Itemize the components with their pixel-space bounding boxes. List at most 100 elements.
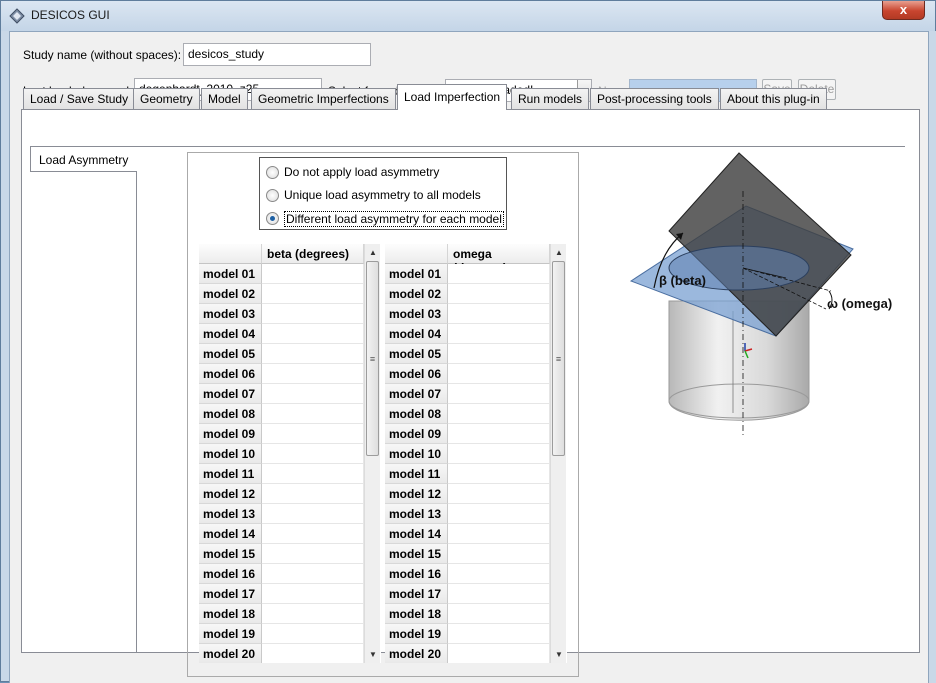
row-header[interactable]: model 16 xyxy=(199,564,262,584)
beta-value-cell[interactable] xyxy=(262,504,364,524)
omega-value-cell[interactable] xyxy=(448,584,550,604)
row-header[interactable]: model 10 xyxy=(385,444,448,464)
beta-value-cell[interactable] xyxy=(262,304,364,324)
row-header[interactable]: model 11 xyxy=(199,464,262,484)
tab-geometry[interactable]: Geometry xyxy=(133,88,200,109)
tab-about-plugin[interactable]: About this plug-in xyxy=(720,88,827,109)
row-header[interactable]: model 13 xyxy=(199,504,262,524)
row-header[interactable]: model 19 xyxy=(199,624,262,644)
beta-value-cell[interactable] xyxy=(262,464,364,484)
omega-value-cell[interactable] xyxy=(448,344,550,364)
row-header[interactable]: model 02 xyxy=(385,284,448,304)
row-header[interactable]: model 05 xyxy=(385,344,448,364)
beta-value-cell[interactable] xyxy=(262,444,364,464)
omega-value-cell[interactable] xyxy=(448,504,550,524)
scroll-down-icon[interactable]: ▼ xyxy=(551,646,567,663)
beta-column-header[interactable]: beta (degrees) xyxy=(262,244,364,264)
beta-value-cell[interactable] xyxy=(262,604,364,624)
row-header[interactable]: model 17 xyxy=(199,584,262,604)
beta-value-cell[interactable] xyxy=(262,364,364,384)
row-header[interactable]: model 06 xyxy=(385,364,448,384)
row-header[interactable]: model 08 xyxy=(199,404,262,424)
beta-value-cell[interactable] xyxy=(262,284,364,304)
row-header[interactable]: model 07 xyxy=(199,384,262,404)
beta-value-cell[interactable] xyxy=(262,584,364,604)
tab-geometric-imperfections[interactable]: Geometric Imperfections xyxy=(251,88,396,109)
row-header[interactable]: model 17 xyxy=(385,584,448,604)
row-header[interactable]: model 11 xyxy=(385,464,448,484)
row-header[interactable]: model 10 xyxy=(199,444,262,464)
row-header[interactable]: model 12 xyxy=(385,484,448,504)
row-header[interactable]: model 01 xyxy=(385,264,448,284)
beta-table[interactable]: beta (degrees) model 01 model 02 model 03 m… xyxy=(199,244,381,663)
beta-value-cell[interactable] xyxy=(262,564,364,584)
omega-scrollbar[interactable]: ▲ ≡ ▼ xyxy=(550,244,566,663)
beta-value-cell[interactable] xyxy=(262,624,364,644)
omega-value-cell[interactable] xyxy=(448,524,550,544)
omega-value-cell[interactable] xyxy=(448,284,550,304)
omega-table[interactable]: omega (degrees) model 01model 02model 03… xyxy=(385,244,567,663)
row-header[interactable]: model 04 xyxy=(385,324,448,344)
omega-value-cell[interactable] xyxy=(448,604,550,624)
tab-load-save-study[interactable]: Load / Save Study xyxy=(23,88,136,109)
row-header[interactable]: model 19 xyxy=(385,624,448,644)
row-header[interactable]: model 13 xyxy=(385,504,448,524)
row-header[interactable]: model 15 xyxy=(385,544,448,564)
row-header[interactable]: model 03 xyxy=(385,304,448,324)
row-header[interactable]: model 04 xyxy=(199,324,262,344)
omega-value-cell[interactable] xyxy=(448,564,550,584)
beta-scrollbar[interactable]: ▲ ≡ ▼ xyxy=(364,244,380,663)
beta-value-cell[interactable] xyxy=(262,264,364,284)
row-header[interactable]: model 16 xyxy=(385,564,448,584)
row-header[interactable]: model 12 xyxy=(199,484,262,504)
row-header[interactable]: model 07 xyxy=(385,384,448,404)
row-header[interactable]: model 18 xyxy=(385,604,448,624)
omega-column-header[interactable]: omega (degrees) xyxy=(448,244,550,275)
omega-value-cell[interactable] xyxy=(448,464,550,484)
scroll-thumb[interactable]: ≡ xyxy=(552,261,565,456)
radio-button-selected[interactable] xyxy=(266,212,279,225)
omega-value-cell[interactable] xyxy=(448,404,550,424)
omega-value-cell[interactable] xyxy=(448,624,550,644)
tab-load-imperfection[interactable]: Load Imperfection xyxy=(397,84,508,110)
row-header[interactable]: model 01 xyxy=(199,264,262,284)
beta-value-cell[interactable] xyxy=(262,404,364,424)
row-header[interactable]: model 06 xyxy=(199,364,262,384)
omega-value-cell[interactable] xyxy=(448,384,550,404)
study-name-input[interactable]: desicos_study xyxy=(183,43,371,66)
row-header[interactable]: model 09 xyxy=(199,424,262,444)
row-header[interactable]: model 09 xyxy=(385,424,448,444)
beta-value-cell[interactable] xyxy=(262,544,364,564)
scroll-up-icon[interactable]: ▲ xyxy=(551,244,567,261)
row-header[interactable]: model 15 xyxy=(199,544,262,564)
scroll-thumb[interactable]: ≡ xyxy=(366,261,379,456)
tab-post-processing-tools[interactable]: Post-processing tools xyxy=(590,88,719,109)
omega-value-cell[interactable] xyxy=(448,364,550,384)
row-header[interactable]: model 03 xyxy=(199,304,262,324)
scroll-up-icon[interactable]: ▲ xyxy=(365,244,381,261)
beta-value-cell[interactable] xyxy=(262,644,364,663)
row-header[interactable]: model 18 xyxy=(199,604,262,624)
omega-value-cell[interactable] xyxy=(448,424,550,444)
beta-value-cell[interactable] xyxy=(262,344,364,364)
omega-value-cell[interactable] xyxy=(448,444,550,464)
tab-run-models[interactable]: Run models xyxy=(511,88,590,109)
beta-value-cell[interactable] xyxy=(262,484,364,504)
row-header[interactable]: model 02 xyxy=(199,284,262,304)
radio-button[interactable] xyxy=(266,189,279,202)
radio-button[interactable] xyxy=(266,166,279,179)
title-bar[interactable]: DESICOS GUI x xyxy=(1,1,935,31)
omega-value-cell[interactable] xyxy=(448,484,550,504)
beta-value-cell[interactable] xyxy=(262,324,364,344)
omega-value-cell[interactable] xyxy=(448,304,550,324)
omega-value-cell[interactable] xyxy=(448,264,550,284)
close-button[interactable]: x xyxy=(882,1,925,20)
scroll-down-icon[interactable]: ▼ xyxy=(365,646,381,663)
row-header[interactable]: model 14 xyxy=(385,524,448,544)
row-header[interactable]: model 20 xyxy=(199,644,262,663)
tab-model[interactable]: Model xyxy=(201,88,248,109)
row-header[interactable]: model 20 xyxy=(385,644,448,663)
row-header[interactable]: model 05 xyxy=(199,344,262,364)
omega-value-cell[interactable] xyxy=(448,544,550,564)
beta-value-cell[interactable] xyxy=(262,524,364,544)
